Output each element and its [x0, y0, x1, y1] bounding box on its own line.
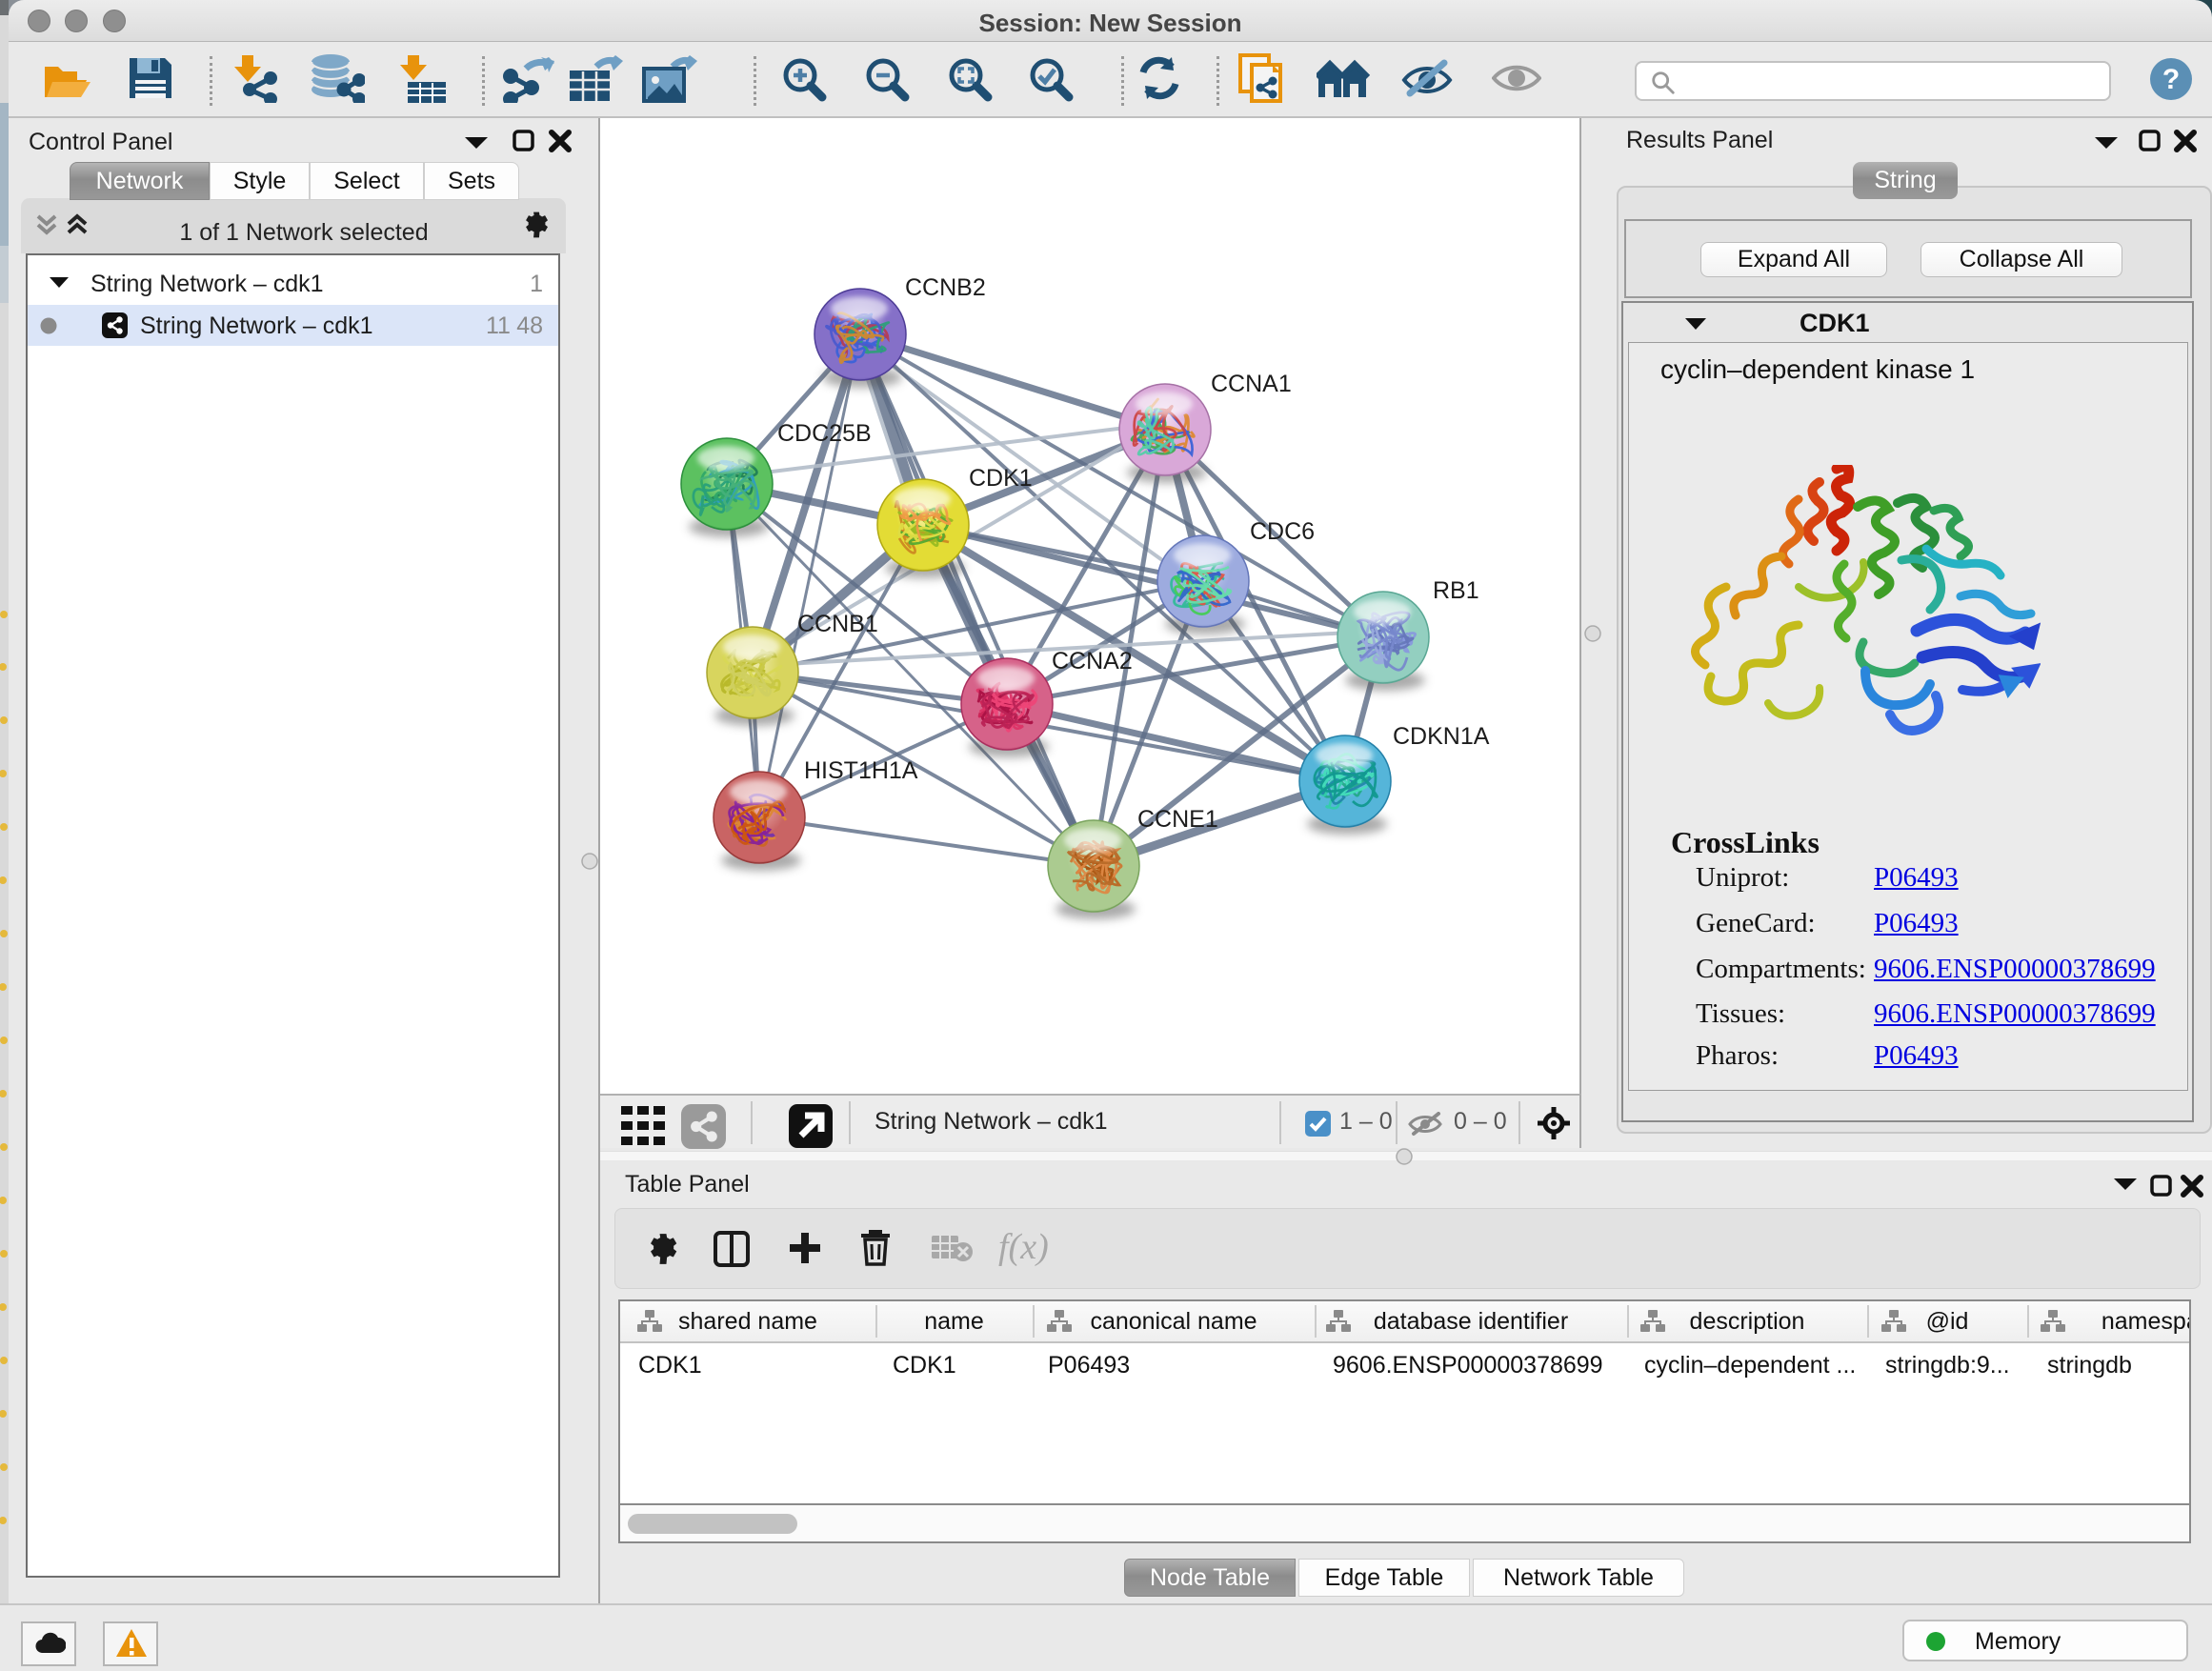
svg-text:CCNA1: CCNA1: [1211, 371, 1292, 397]
svg-text:f(x): f(x): [998, 1227, 1049, 1267]
svg-text:CDC25B: CDC25B: [777, 420, 872, 447]
svg-text:CDC6: CDC6: [1250, 518, 1315, 545]
svg-text:CCNE1: CCNE1: [1137, 806, 1218, 833]
svg-text:RB1: RB1: [1433, 577, 1479, 604]
svg-text:CCNB2: CCNB2: [905, 274, 986, 301]
svg-text:CCNB1: CCNB1: [797, 611, 878, 637]
svg-text:CDK1: CDK1: [969, 465, 1033, 492]
svg-text:HIST1H1A: HIST1H1A: [804, 757, 918, 784]
svg-text:CCNA2: CCNA2: [1052, 648, 1133, 674]
svg-text:CDKN1A: CDKN1A: [1393, 723, 1490, 750]
svg-text:?: ?: [2162, 64, 2180, 95]
